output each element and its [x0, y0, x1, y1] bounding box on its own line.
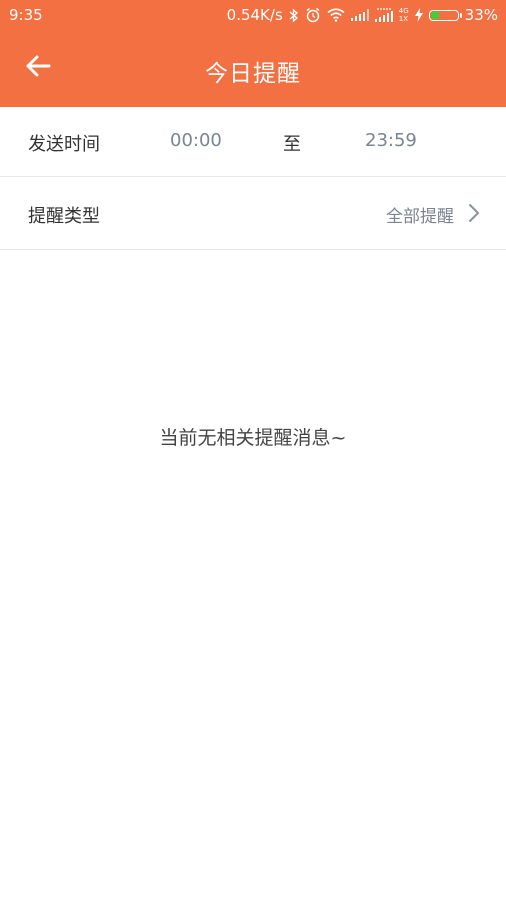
wifi-icon [327, 8, 345, 22]
send-time-row: 发送时间 00:00 至 23:59 [0, 107, 506, 177]
status-time: 9:35 [9, 6, 43, 24]
network-type: 4G 1X [398, 7, 409, 23]
reminder-type-label: 提醒类型 [28, 206, 100, 227]
battery-percent: 33% [464, 6, 498, 24]
signal-icon [374, 8, 393, 22]
battery-level [430, 11, 439, 19]
app-header: 9:35 0.54K/s 4G 1X 33% 今日提醒 [0, 0, 506, 107]
start-time-picker[interactable]: 00:00 [170, 130, 222, 151]
alarm-icon [305, 7, 321, 23]
empty-state-message: 当前无相关提醒消息~ [159, 427, 347, 449]
signal-icon [350, 9, 369, 21]
charging-icon [414, 8, 423, 22]
status-bar: 9:35 0.54K/s 4G 1X 33% [0, 0, 506, 30]
network-speed: 0.54K/s [226, 6, 283, 24]
nav-bar: 今日提醒 [0, 30, 506, 107]
bluetooth-icon [289, 7, 299, 23]
status-icons: 0.54K/s 4G 1X 33% [227, 5, 498, 25]
battery-icon [428, 9, 462, 21]
time-separator: 至 [283, 134, 301, 155]
end-time-picker[interactable]: 23:59 [365, 130, 417, 151]
send-time-label: 发送时间 [28, 134, 100, 155]
page-title: 今日提醒 [205, 61, 301, 87]
reminder-type-row[interactable]: 提醒类型 全部提醒 [0, 178, 506, 250]
reminder-type-value: 全部提醒 [386, 207, 454, 227]
chevron-right-icon [468, 203, 480, 228]
